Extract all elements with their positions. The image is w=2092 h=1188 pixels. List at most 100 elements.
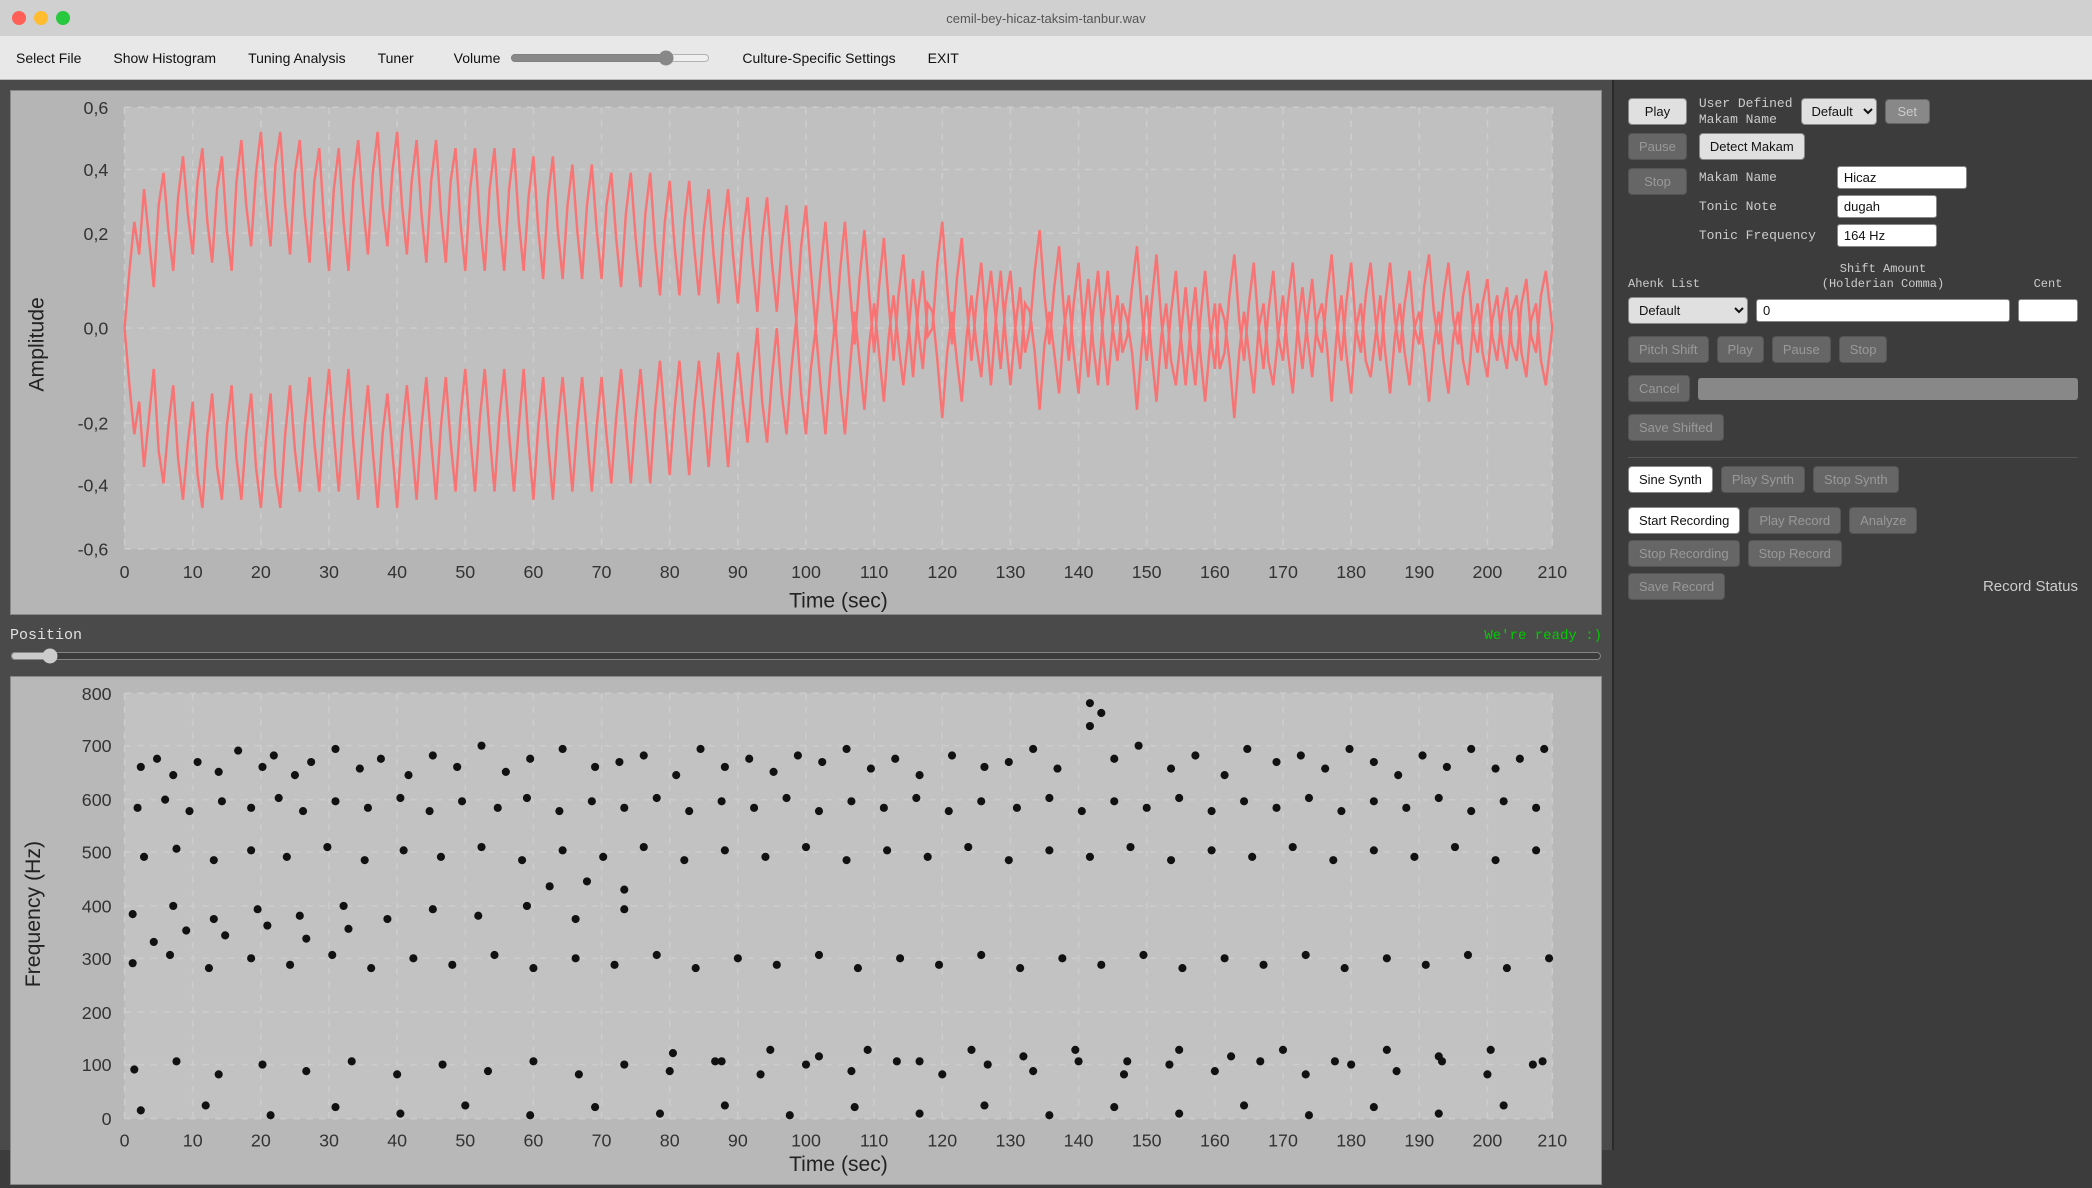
- analyze-button[interactable]: Analyze: [1849, 507, 1917, 534]
- menu-culture-settings[interactable]: Culture-Specific Settings: [742, 50, 895, 66]
- tonic-freq-input[interactable]: [1837, 224, 1937, 247]
- svg-text:120: 120: [927, 562, 957, 582]
- svg-text:0: 0: [120, 1130, 130, 1150]
- minimize-button[interactable]: [34, 11, 48, 25]
- save-record-row: Save Record Record Status: [1628, 573, 2078, 600]
- svg-text:-0,2: -0,2: [78, 413, 109, 433]
- makam-section: Play Pause Stop User Defined Makam Name …: [1628, 96, 2078, 247]
- svg-text:120: 120: [927, 1130, 957, 1150]
- left-panel: 0,6 0,4 0,2 0,0 -0,2 -0,4 -0,6 0 10 20 3…: [0, 80, 1612, 1150]
- position-slider[interactable]: [10, 648, 1602, 664]
- svg-text:400: 400: [82, 897, 112, 917]
- cent-input[interactable]: [2018, 299, 2078, 322]
- waveform-svg: 0,6 0,4 0,2 0,0 -0,2 -0,4 -0,6 0 10 20 3…: [11, 91, 1601, 614]
- cancel-button[interactable]: Cancel: [1628, 375, 1690, 402]
- save-shifted-button[interactable]: Save Shifted: [1628, 414, 1724, 441]
- titlebar-buttons: [12, 11, 70, 25]
- position-status: We're ready :): [1484, 628, 1602, 644]
- pitch-shift-row: Pitch Shift Play Pause Stop: [1628, 336, 2078, 363]
- play-record-button[interactable]: Play Record: [1748, 507, 1841, 534]
- svg-text:500: 500: [82, 843, 112, 863]
- svg-text:90: 90: [728, 1130, 748, 1150]
- play-button[interactable]: Play: [1628, 98, 1687, 125]
- frequency-svg: 800 700 600 500 400 300 200 100 0 0 10 2…: [11, 677, 1601, 1184]
- svg-text:180: 180: [1336, 562, 1366, 582]
- titlebar: cemil-bey-hicaz-taksim-tanbur.wav: [0, 0, 2092, 36]
- stop-button[interactable]: Stop: [1628, 168, 1687, 195]
- pause-button[interactable]: Pause: [1628, 133, 1687, 160]
- svg-text:80: 80: [660, 1130, 680, 1150]
- svg-text:210: 210: [1537, 1130, 1567, 1150]
- makam-name-input[interactable]: [1837, 166, 1967, 189]
- svg-text:150: 150: [1132, 562, 1162, 582]
- stop-recording-row: Stop Recording Stop Record: [1628, 540, 2078, 567]
- stop-recording-button[interactable]: Stop Recording: [1628, 540, 1740, 567]
- volume-label: Volume: [454, 50, 501, 66]
- volume-section: Volume: [454, 50, 711, 66]
- cancel-save-row: Cancel: [1628, 375, 2078, 402]
- svg-text:0,0: 0,0: [84, 319, 109, 339]
- pitch-pause-button[interactable]: Pause: [1772, 336, 1831, 363]
- menu-tuning-analysis[interactable]: Tuning Analysis: [248, 50, 346, 66]
- pitch-shift-button[interactable]: Pitch Shift: [1628, 336, 1709, 363]
- save-record-button[interactable]: Save Record: [1628, 573, 1725, 600]
- makam-top-row: User Defined Makam Name Default Set: [1699, 96, 2078, 127]
- tonic-freq-row: Tonic Frequency: [1699, 224, 2078, 247]
- detect-makam-button[interactable]: Detect Makam: [1699, 133, 1805, 160]
- ahenk-dropdown[interactable]: Default: [1628, 297, 1748, 324]
- maximize-button[interactable]: [56, 11, 70, 25]
- svg-text:30: 30: [319, 562, 339, 582]
- set-button[interactable]: Set: [1885, 99, 1931, 124]
- frequency-chart: 800 700 600 500 400 300 200 100 0 0 10 2…: [10, 676, 1602, 1185]
- svg-text:Time (sec): Time (sec): [789, 1153, 888, 1176]
- stop-synth-button[interactable]: Stop Synth: [1813, 466, 1899, 493]
- menu-exit[interactable]: EXIT: [928, 50, 959, 66]
- svg-text:Amplitude: Amplitude: [26, 297, 49, 391]
- record-status-label: Record Status: [1733, 578, 2078, 595]
- menu-show-histogram[interactable]: Show Histogram: [113, 50, 216, 66]
- svg-text:100: 100: [791, 562, 821, 582]
- svg-text:0: 0: [102, 1109, 112, 1129]
- tonic-note-row: Tonic Note: [1699, 195, 2078, 218]
- svg-text:200: 200: [82, 1003, 112, 1023]
- shift-controls: Default: [1628, 297, 2078, 324]
- menu-tuner[interactable]: Tuner: [378, 50, 414, 66]
- stop-record-button[interactable]: Stop Record: [1748, 540, 1842, 567]
- svg-text:0,2: 0,2: [84, 224, 109, 244]
- makam-info-col: User Defined Makam Name Default Set Dete…: [1699, 96, 2078, 247]
- start-recording-button[interactable]: Start Recording: [1628, 507, 1740, 534]
- svg-text:150: 150: [1132, 1130, 1162, 1150]
- svg-text:10: 10: [183, 562, 203, 582]
- svg-text:50: 50: [455, 562, 475, 582]
- menu-select-file[interactable]: Select File: [16, 50, 81, 66]
- save-shifted-row: Save Shifted: [1628, 414, 2078, 441]
- synth-row: Sine Synth Play Synth Stop Synth: [1628, 457, 2078, 493]
- svg-text:160: 160: [1200, 1130, 1230, 1150]
- sine-synth-button[interactable]: Sine Synth: [1628, 466, 1713, 493]
- volume-slider[interactable]: [510, 50, 710, 66]
- tonic-note-input[interactable]: [1837, 195, 1937, 218]
- svg-text:70: 70: [592, 1130, 612, 1150]
- position-label: Position: [10, 627, 82, 644]
- svg-text:30: 30: [319, 1130, 339, 1150]
- svg-text:190: 190: [1404, 1130, 1434, 1150]
- shift-amount-input[interactable]: [1756, 299, 2010, 322]
- makam-name-row: Makam Name: [1699, 166, 2078, 189]
- play-synth-button[interactable]: Play Synth: [1721, 466, 1805, 493]
- svg-text:140: 140: [1064, 562, 1094, 582]
- svg-text:180: 180: [1336, 1130, 1366, 1150]
- svg-text:20: 20: [251, 562, 271, 582]
- shift-amount-label: Shift Amount: [1840, 262, 1926, 276]
- svg-text:200: 200: [1473, 562, 1503, 582]
- svg-text:600: 600: [82, 790, 112, 810]
- window-title: cemil-bey-hicaz-taksim-tanbur.wav: [946, 11, 1145, 26]
- cent-col: Cent: [2018, 276, 2078, 291]
- position-header: Position We're ready :): [10, 627, 1602, 644]
- makam-dropdown[interactable]: Default: [1801, 98, 1877, 125]
- svg-text:Frequency (Hz): Frequency (Hz): [22, 841, 45, 987]
- close-button[interactable]: [12, 11, 26, 25]
- pitch-stop-button[interactable]: Stop: [1839, 336, 1888, 363]
- pitch-play-button[interactable]: Play: [1717, 336, 1764, 363]
- svg-text:110: 110: [860, 1130, 888, 1150]
- svg-text:-0,6: -0,6: [78, 539, 109, 559]
